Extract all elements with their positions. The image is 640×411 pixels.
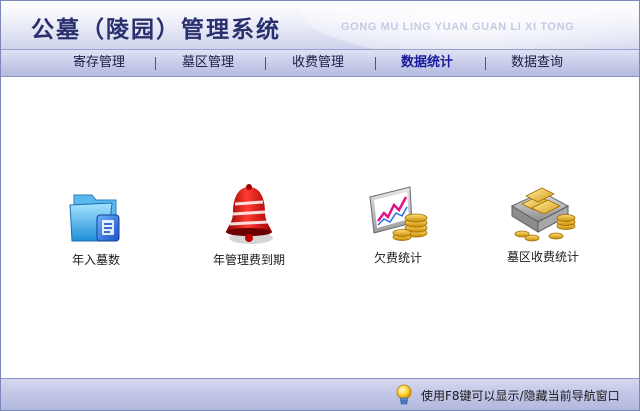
module-label: 年管理费到期 (212, 253, 285, 267)
lightbulb-icon (396, 384, 412, 405)
nav-item-statistics[interactable]: 数据统计 (401, 50, 453, 76)
nav-item-query[interactable]: 数据查询 (511, 50, 563, 76)
app-title: 公墓（陵园）管理系统 (31, 17, 281, 43)
nav-separator (265, 57, 266, 70)
module-label: 墓区收费统计 (506, 250, 579, 264)
module-label: 年入墓数 (71, 253, 120, 267)
nav-item-cemetery-area[interactable]: 墓区管理 (182, 50, 234, 76)
nav-separator (155, 57, 156, 70)
module-arrears-statistics[interactable]: 欠费统计 (353, 183, 443, 266)
nav-item-storage[interactable]: 寄存管理 (73, 50, 125, 76)
module-label: 欠费统计 (373, 251, 422, 265)
folder-document-icon (69, 194, 120, 242)
main-panel: 年入墓数 年管理费到期 欠费统计 墓区收费统计 (1, 78, 639, 378)
module-management-fee-due[interactable]: 年管理费到期 (199, 182, 299, 268)
app-window: 公墓（陵园）管理系统 GONG MU LING YUAN GUAN LI XI … (0, 0, 640, 411)
nav-bar: 寄存管理 墓区管理 收费管理 数据统计 数据查询 (1, 49, 639, 77)
gold-bars-coins-icon (510, 187, 576, 242)
nav-item-fees[interactable]: 收费管理 (292, 50, 344, 76)
nav-separator (375, 57, 376, 70)
title-bar: 公墓（陵园）管理系统 GONG MU LING YUAN GUAN LI XI … (1, 1, 639, 61)
status-bar: 使用F8键可以显示/隐藏当前导航窗口 (1, 378, 639, 410)
app-subtitle: GONG MU LING YUAN GUAN LI XI TONG (341, 21, 575, 33)
chart-coins-icon (369, 186, 428, 241)
module-area-fee-statistics[interactable]: 墓区收费统计 (493, 180, 593, 265)
status-hint-text: 使用F8键可以显示/隐藏当前导航窗口 (421, 389, 620, 403)
module-yearly-burials[interactable]: 年入墓数 (51, 185, 141, 268)
nav-separator (485, 57, 486, 70)
alarm-bell-icon (226, 184, 273, 244)
